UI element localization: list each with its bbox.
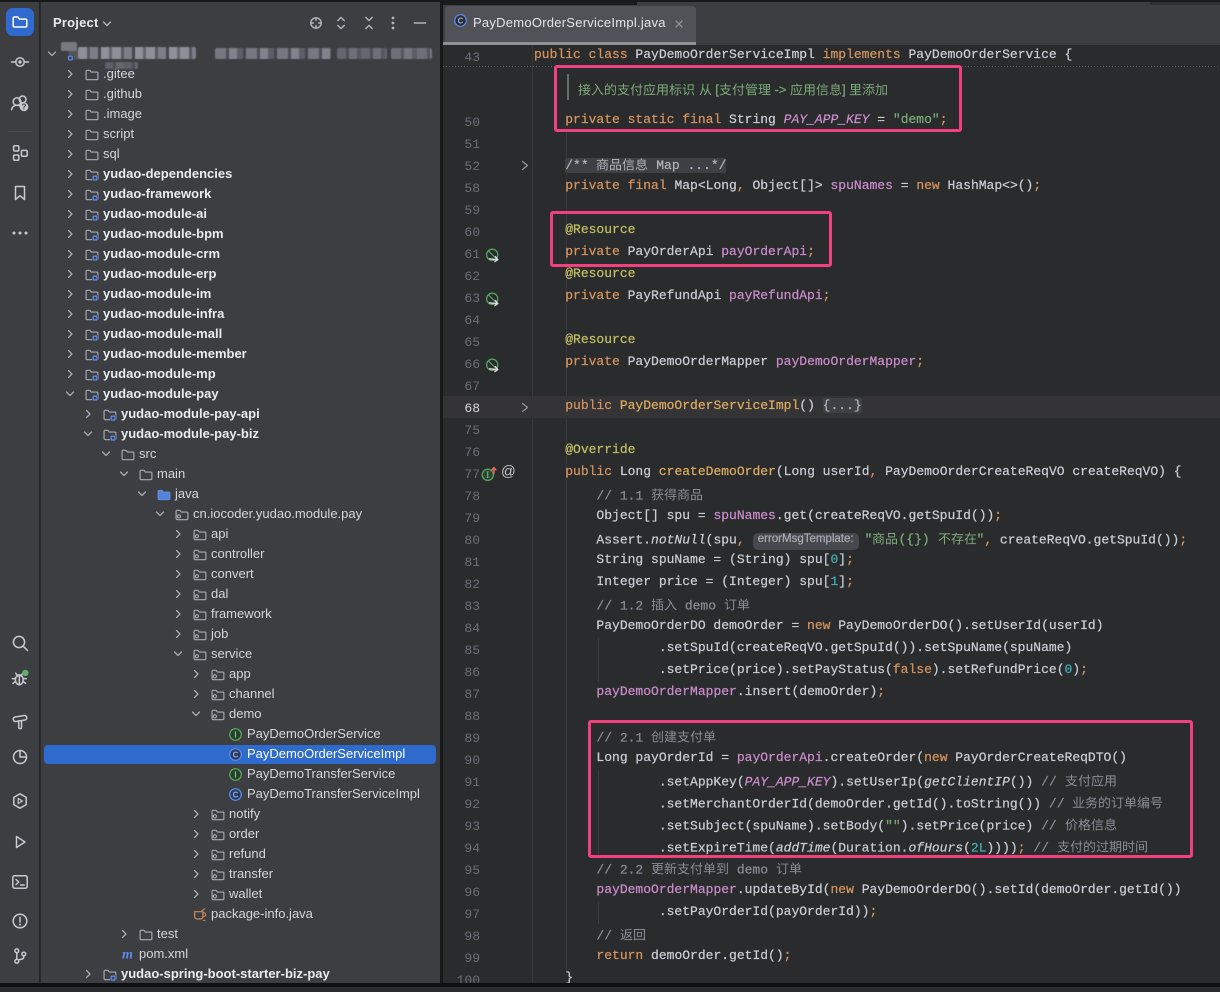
svg-text:C: C [458,16,464,25]
svg-text:C: C [232,750,238,759]
svg-text:?: ? [22,103,27,112]
svg-text:C: C [232,790,238,799]
svg-text:m: m [122,947,133,962]
svg-text:I: I [486,470,489,480]
svg-text:I: I [234,730,236,739]
svg-text:I: I [234,770,236,779]
